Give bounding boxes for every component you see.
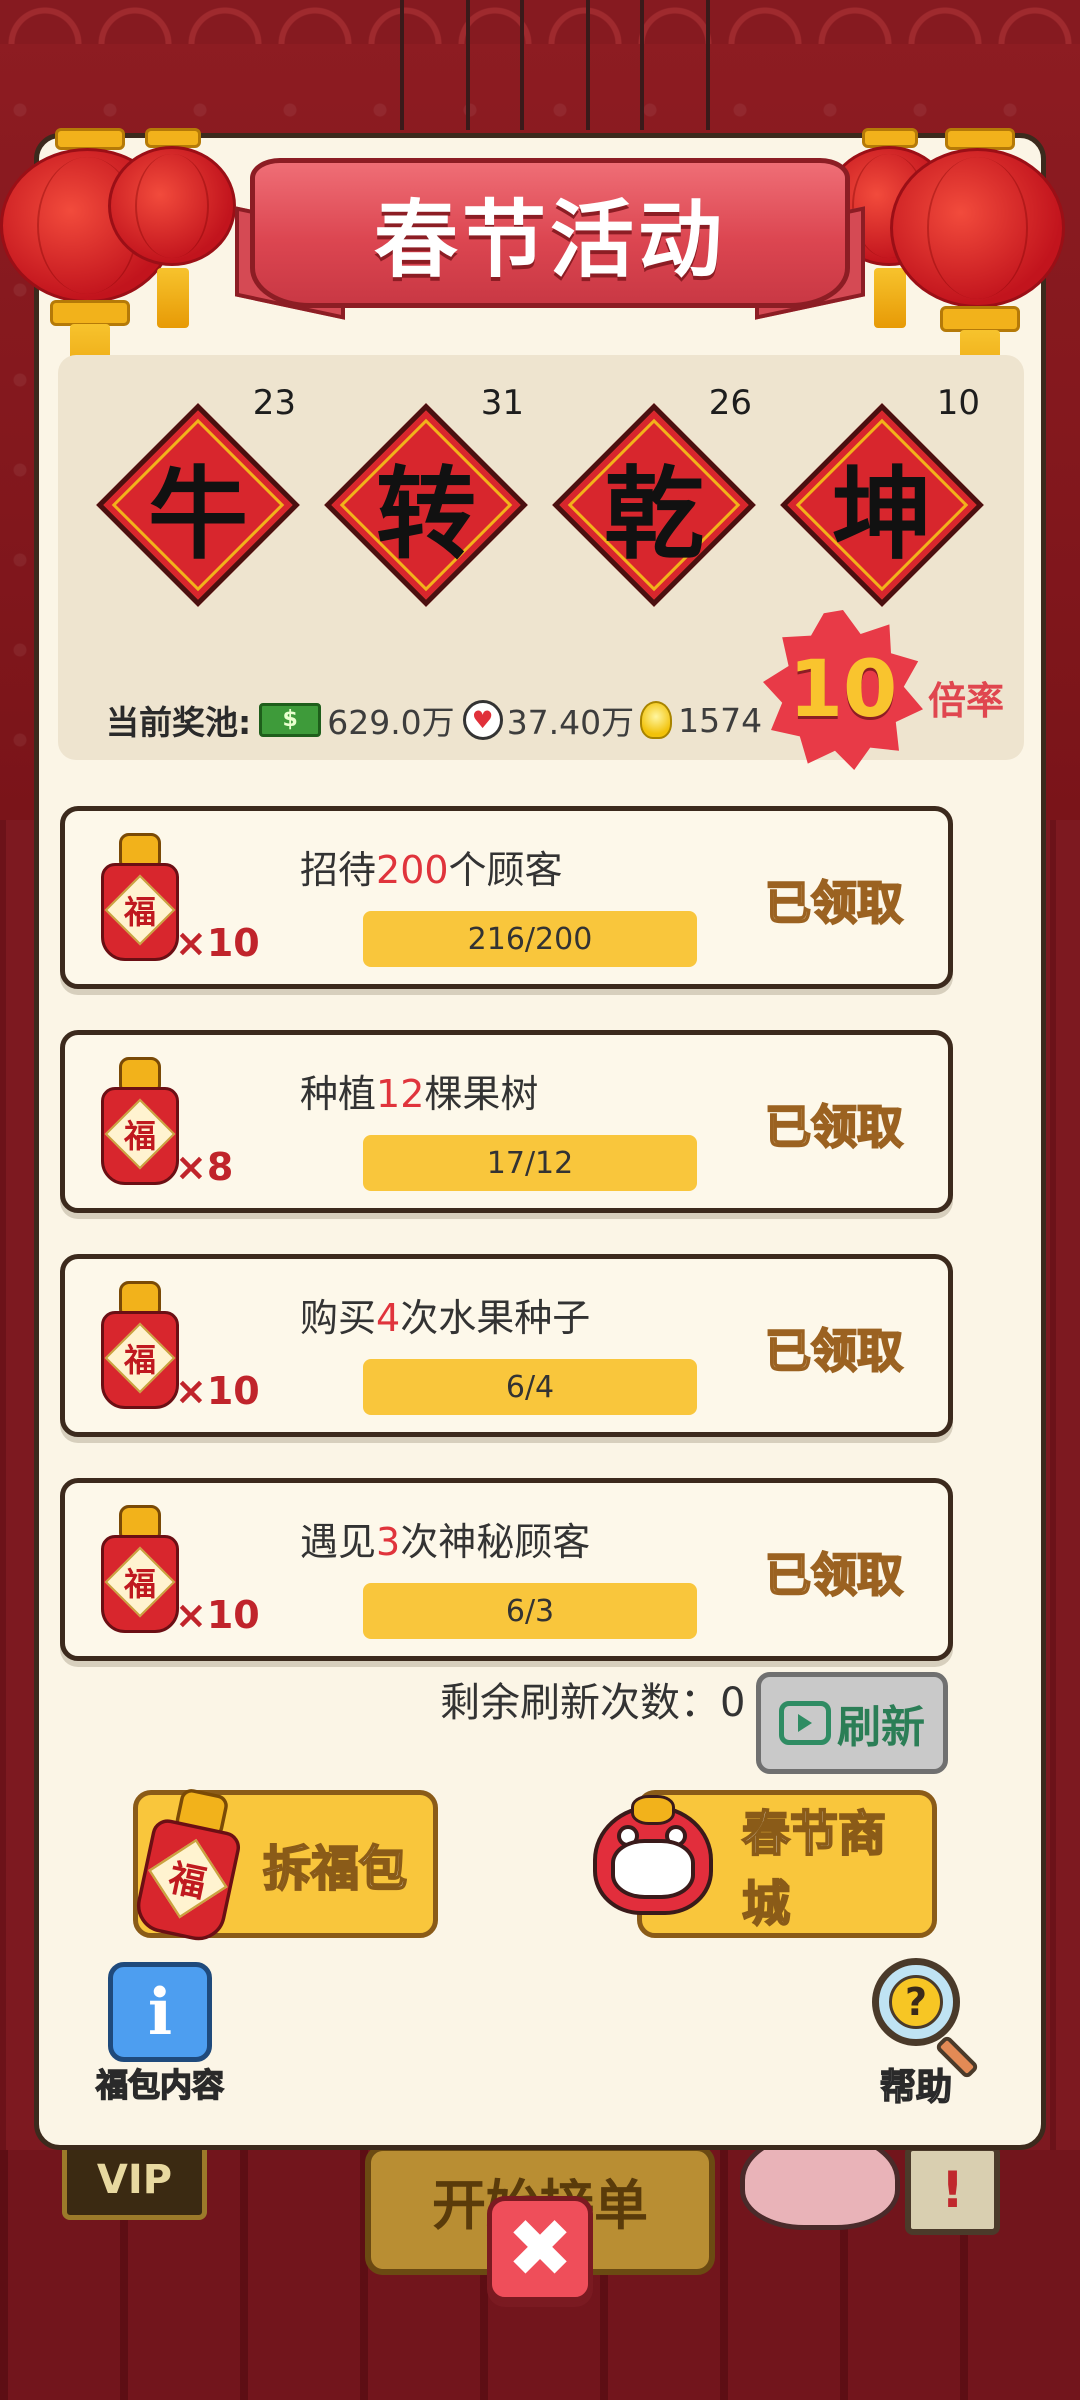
close-button[interactable]: ✖ — [487, 2196, 593, 2302]
background-notice-icon: ! — [905, 2145, 1000, 2235]
refresh-button[interactable]: 刷新 — [756, 1672, 948, 1774]
claimed-status: 已领取 — [764, 1547, 904, 1603]
prize-pool: 当前奖池: $ 629.0万 ♥ 37.40万 1574 — [106, 695, 762, 745]
prize-pool-hearts: 37.40万 — [506, 703, 635, 742]
character-glyph: 乾 — [604, 454, 704, 573]
character-tile: 转 31 — [324, 383, 528, 607]
task-row: 福 ×8 种植12棵果树 17/12 已领取 — [60, 1030, 953, 1213]
help-label[interactable]: 帮助 — [879, 2058, 953, 2110]
task-title: 招待200个顾客 — [300, 848, 563, 892]
task-title: 种植12棵果树 — [300, 1072, 539, 1116]
character-count: 23 — [252, 383, 296, 423]
lion-dance-icon — [583, 1795, 723, 1925]
reward-count: ×10 — [175, 921, 260, 965]
page-title: 春节活动 — [373, 190, 726, 289]
prize-pool-money: 629.0万 — [327, 703, 455, 742]
claimed-status: 已领取 — [764, 875, 904, 931]
character-glyph: 转 — [376, 454, 476, 573]
multiplier-value: 10 — [788, 645, 898, 735]
task-title: 购买4次水果种子 — [300, 1296, 591, 1340]
title-ribbon: 春节活动 — [235, 148, 865, 338]
character-glyph: 坤 — [832, 454, 932, 573]
character-tile: 坤 10 — [780, 383, 984, 607]
video-ad-icon — [779, 1701, 831, 1745]
character-tile: 牛 23 — [96, 383, 300, 607]
background-lantern — [400, 0, 470, 130]
heart-icon: ♥ — [462, 700, 503, 740]
lucky-bag-icon: 福 — [99, 1505, 181, 1633]
task-row: 福 ×10 招待200个顾客 216/200 已领取 — [60, 806, 953, 989]
spring-shop-label: 春节商城 — [741, 1805, 887, 1933]
claimed-status: 已领取 — [764, 1099, 904, 1155]
task-progress-bar: 6/3 — [363, 1583, 697, 1639]
cash-icon: $ — [259, 703, 322, 737]
character-collection-card: 牛 23 转 31 乾 26 坤 10 当前奖池: $ 629.0万 ♥ 37.… — [58, 355, 1024, 770]
multiplier-badge: 10 — [763, 610, 923, 770]
reward-count: ×8 — [175, 1145, 234, 1189]
task-progress-bar: 6/4 — [363, 1359, 697, 1415]
character-count: 31 — [480, 383, 524, 423]
reward-count: ×10 — [175, 1369, 260, 1413]
info-icon[interactable]: i — [108, 1962, 212, 2062]
reward-count: ×10 — [175, 1593, 260, 1637]
character-glyph: 牛 — [148, 454, 248, 573]
lucky-bag-icon: 福 — [99, 833, 181, 961]
task-row: 福 ×10 遇见3次神秘顾客 6/3 已领取 — [60, 1478, 953, 1661]
lucky-bag-icon: 福 — [99, 1057, 181, 1185]
help-magnifier-icon[interactable]: ? — [872, 1958, 982, 2080]
character-count: 26 — [708, 383, 752, 423]
lightbulb-icon — [640, 701, 673, 739]
lantern-decoration-icon — [108, 128, 238, 348]
claimed-status: 已领取 — [764, 1323, 904, 1379]
task-progress-bar: 216/200 — [363, 911, 697, 967]
open-lucky-bag-label: 拆福包 — [262, 1840, 408, 1898]
character-tile: 乾 26 — [552, 383, 756, 607]
prize-pool-bulbs: 1574 — [678, 700, 763, 740]
lucky-bag-contents-label[interactable]: 福包内容 — [95, 2060, 225, 2106]
prize-pool-label: 当前奖池: — [106, 703, 252, 742]
background-lantern — [640, 0, 710, 130]
multiplier-label: 倍率 — [928, 679, 1005, 723]
remaining-refresh-count: 剩余刷新次数：0 — [440, 1680, 746, 1726]
background-vip-sign: VIP — [62, 2140, 207, 2220]
character-count: 10 — [936, 383, 980, 423]
task-title: 遇见3次神秘顾客 — [300, 1520, 591, 1564]
task-progress-bar: 17/12 — [363, 1135, 697, 1191]
refresh-button-label: 刷新 — [837, 1702, 925, 1753]
lucky-bag-icon: 福 — [99, 1281, 181, 1409]
task-row: 福 ×10 购买4次水果种子 6/4 已领取 — [60, 1254, 953, 1437]
background-lantern — [520, 0, 590, 130]
